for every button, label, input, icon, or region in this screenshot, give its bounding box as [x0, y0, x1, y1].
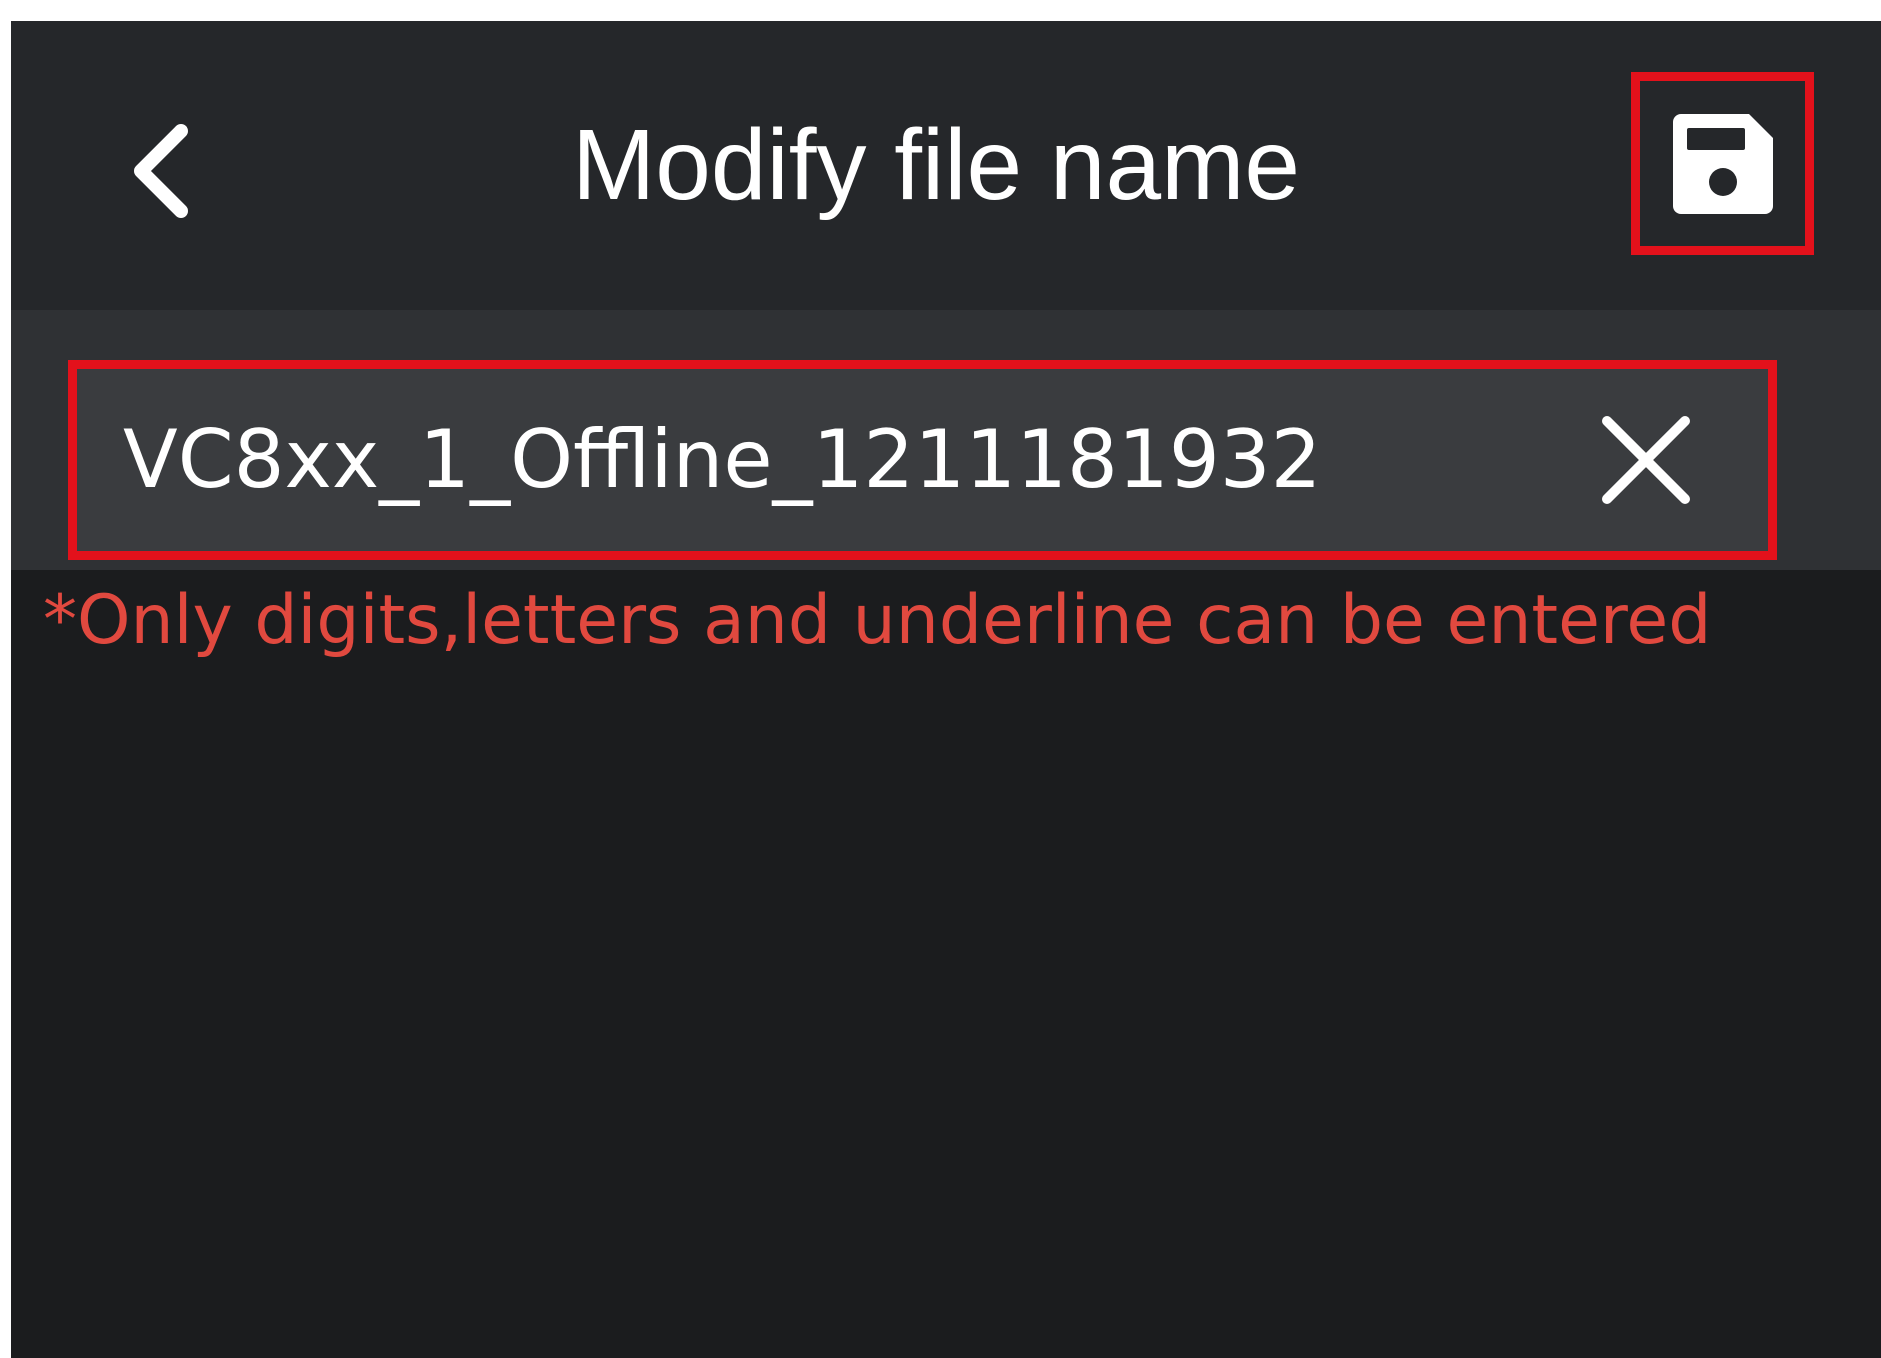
chevron-left-icon	[134, 124, 188, 218]
page-title: Modify file name	[571, 109, 1301, 221]
header-bar: Modify file name	[11, 21, 1881, 310]
clear-button[interactable]	[1587, 401, 1705, 519]
save-button[interactable]	[1631, 72, 1814, 255]
filename-field	[68, 360, 1777, 560]
modify-file-name-screen: Modify file name *Only digits,letters an…	[11, 21, 1881, 1358]
input-hint: *Only digits,letters and underline can b…	[43, 581, 1712, 660]
filename-input[interactable]	[123, 369, 1523, 551]
close-icon	[1602, 416, 1690, 504]
input-section	[11, 310, 1881, 570]
back-button[interactable]	[111, 111, 211, 231]
floppy-disk-save-icon	[1672, 113, 1773, 214]
